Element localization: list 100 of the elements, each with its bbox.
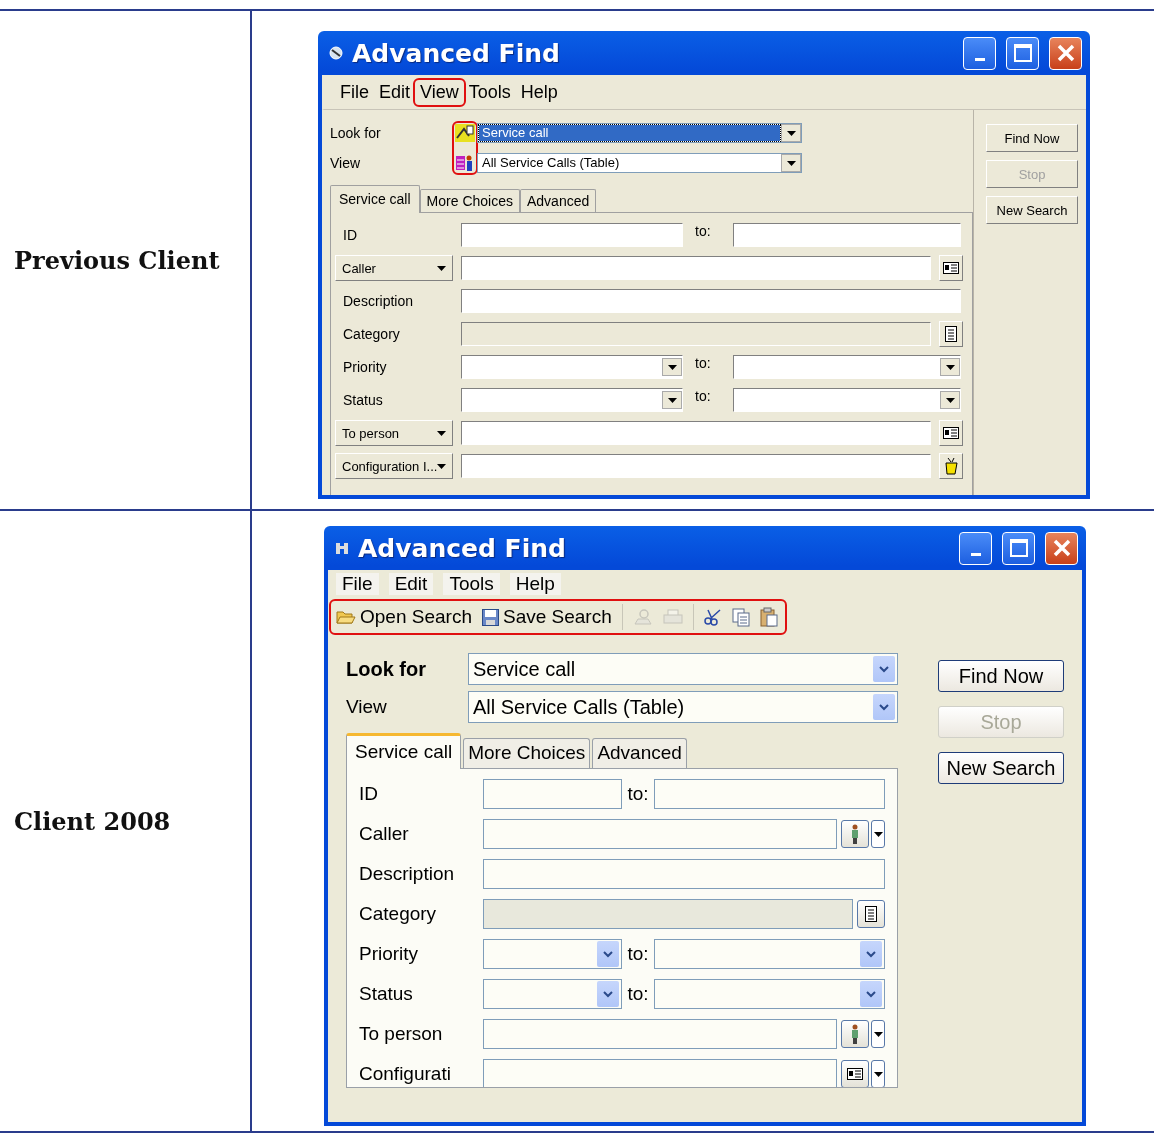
dropdown-field[interactable] (733, 355, 961, 379)
caret-icon (945, 364, 955, 370)
card-icon (943, 427, 959, 439)
dropdown-field[interactable] (653, 939, 885, 969)
caret-icon (873, 831, 883, 837)
row-label: Client 2008 (14, 806, 171, 836)
selector-label: Look for (346, 657, 427, 681)
window-title: Advanced Find (352, 38, 561, 68)
tab[interactable]: Service call (346, 733, 462, 769)
caret-icon (437, 463, 446, 469)
action-button[interactable]: Find Now (938, 660, 1064, 692)
caret-icon (437, 265, 446, 271)
toolbar-button[interactable] (731, 607, 750, 627)
chevron-down-icon (866, 950, 876, 958)
text-field[interactable] (653, 779, 885, 809)
text-field[interactable] (482, 899, 854, 929)
text-field[interactable] (482, 779, 622, 809)
chevron-down-icon (603, 990, 613, 998)
dropdown-button[interactable] (871, 1020, 885, 1048)
type-dropdown[interactable]: All Service Calls (Table) (468, 691, 898, 723)
menu-item[interactable]: File (336, 573, 379, 595)
text-field[interactable] (483, 1019, 837, 1049)
field-label: ID (359, 783, 379, 805)
toolbar-button[interactable]: Open Search (336, 606, 472, 628)
card-button[interactable] (939, 420, 963, 446)
action-button[interactable]: New Search (986, 196, 1078, 224)
menu-item[interactable]: Edit (388, 573, 434, 595)
text-field[interactable] (461, 322, 931, 346)
to-label: to: (694, 388, 712, 404)
field-label-dropdown[interactable]: Caller (335, 255, 453, 281)
type-dropdown[interactable]: Service call (477, 123, 802, 143)
list-button[interactable] (857, 900, 885, 928)
text-field[interactable] (461, 223, 683, 247)
caret-icon (873, 1071, 883, 1077)
person-button[interactable] (841, 1020, 869, 1048)
action-button[interactable]: New Search (938, 752, 1064, 784)
field-label: Description (359, 863, 456, 885)
caret-icon (667, 364, 677, 370)
caret-icon (667, 397, 677, 403)
chevron-down-icon (866, 990, 876, 998)
card-icon (943, 262, 959, 274)
dropdown-field[interactable] (733, 388, 961, 412)
menu-item[interactable]: Help (509, 573, 561, 595)
field-label-dropdown[interactable]: To person (335, 420, 453, 446)
type-dropdown[interactable]: Service call (468, 653, 898, 685)
menu-item[interactable]: Edit (375, 80, 415, 104)
tab[interactable]: More Choices (463, 738, 591, 768)
to-label: to: (626, 983, 650, 1005)
tab[interactable]: Advanced (519, 189, 597, 212)
caret-icon (945, 397, 955, 403)
text-field[interactable] (461, 454, 931, 478)
card-button[interactable] (939, 255, 963, 281)
menu-item[interactable]: File (336, 80, 373, 104)
tab[interactable]: Service call (330, 185, 420, 213)
maximize-button[interactable] (1002, 531, 1035, 565)
maximize-icon (1008, 538, 1029, 558)
dropdown-field[interactable] (461, 355, 683, 379)
menu-item[interactable]: View (416, 80, 463, 104)
dropdown-field[interactable] (482, 939, 622, 969)
text-field[interactable] (482, 859, 885, 889)
text-field[interactable] (483, 1059, 837, 1087)
box-button[interactable] (939, 453, 963, 479)
tab[interactable]: Advanced (592, 738, 687, 768)
tab[interactable]: More Choices (419, 189, 520, 212)
window-title: Advanced Find (358, 533, 567, 563)
person-icon (850, 824, 860, 844)
service-call-icon (455, 124, 475, 142)
field-label-dropdown[interactable]: Configuration I... (335, 453, 453, 479)
menu-item[interactable]: Tools (443, 573, 500, 595)
text-field[interactable] (461, 256, 931, 280)
item-button[interactable] (841, 1060, 869, 1087)
minimize-button[interactable] (963, 36, 996, 70)
folder-icon (336, 609, 356, 625)
toolbar-button[interactable]: Save Search (481, 606, 612, 628)
toolbar-button[interactable] (759, 607, 778, 627)
text-field[interactable] (461, 421, 931, 445)
printer-icon (662, 609, 683, 625)
person-button[interactable] (841, 820, 869, 848)
caret-icon (786, 160, 796, 166)
text-field[interactable] (733, 223, 961, 247)
close-button[interactable] (1049, 36, 1082, 70)
text-field[interactable] (461, 289, 961, 313)
paste-icon (759, 607, 778, 627)
text-field[interactable] (483, 819, 837, 849)
type-dropdown[interactable]: All Service Calls (Table) (477, 153, 802, 173)
dropdown-field[interactable] (461, 388, 683, 412)
menu-item[interactable]: Tools (464, 80, 515, 104)
minimize-icon (970, 552, 981, 556)
toolbar-button[interactable] (703, 608, 722, 626)
maximize-button[interactable] (1006, 36, 1039, 70)
action-button[interactable]: Find Now (986, 124, 1078, 152)
dropdown-field[interactable] (653, 979, 885, 1009)
selector-label: Look for (330, 125, 382, 141)
caret-icon (873, 1031, 883, 1037)
menu-item[interactable]: Help (516, 80, 562, 104)
minimize-button[interactable] (959, 531, 992, 565)
dropdown-field[interactable] (482, 979, 622, 1009)
dropdown-button[interactable] (871, 1060, 885, 1087)
close-button[interactable] (1045, 531, 1078, 565)
dropdown-button[interactable] (871, 820, 885, 848)
